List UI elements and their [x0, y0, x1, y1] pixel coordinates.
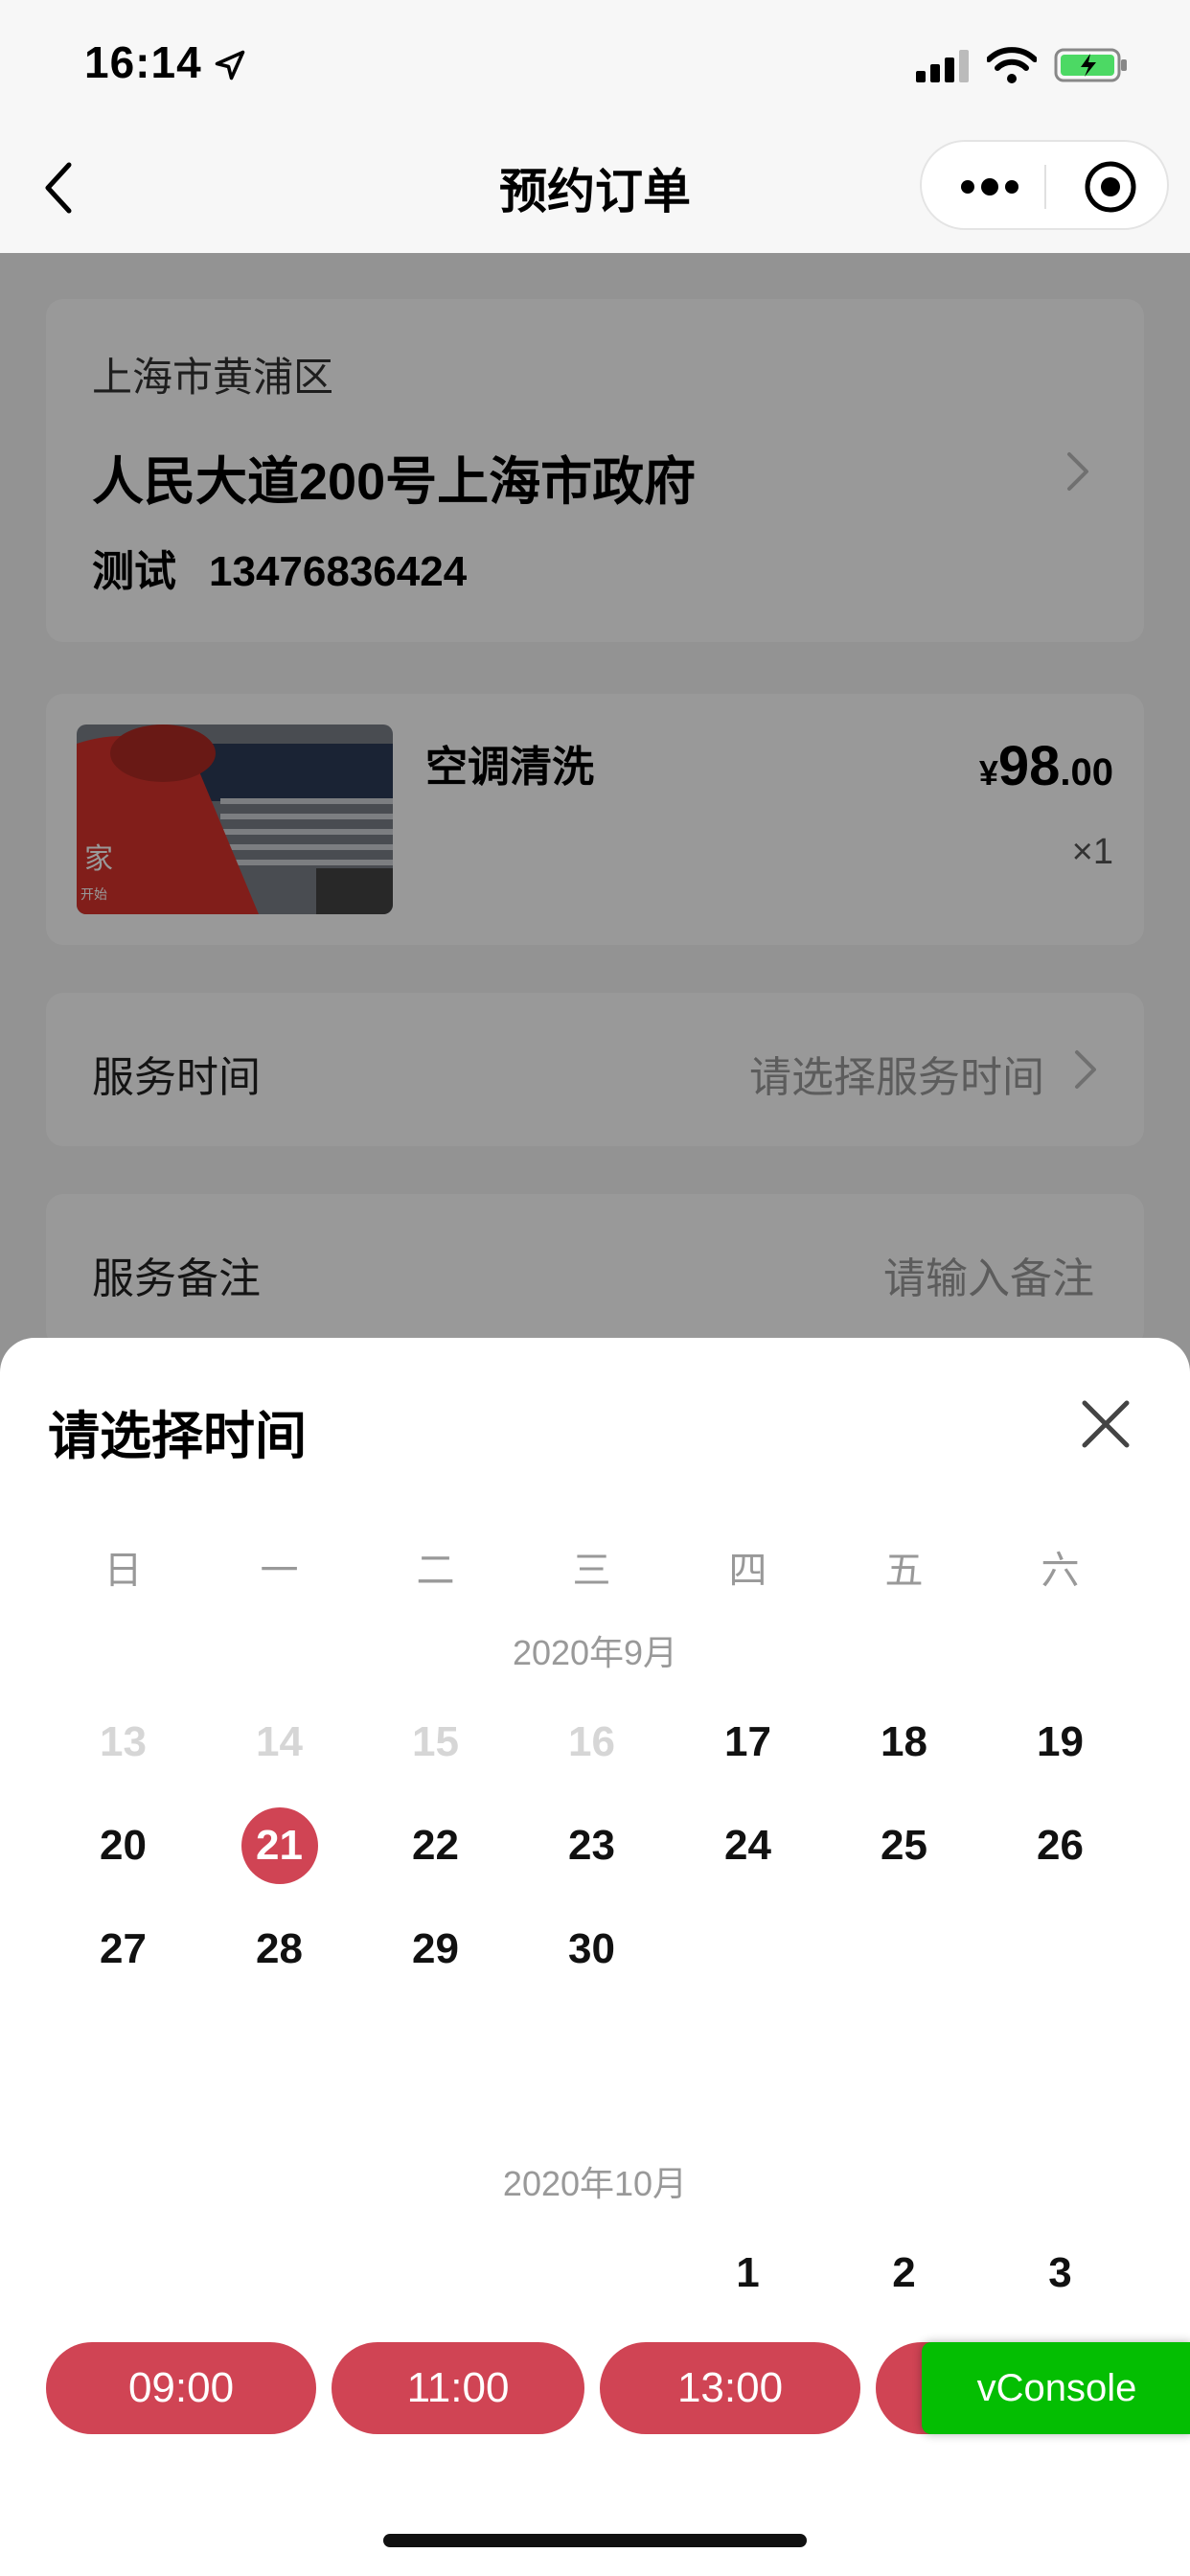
- status-time: 16:14: [84, 37, 202, 87]
- cellular-signal-icon: [916, 50, 969, 82]
- vconsole-button[interactable]: vConsole: [922, 2342, 1190, 2434]
- weekday-mon: 一: [260, 1550, 299, 1592]
- calendar-day[interactable]: 29: [357, 1911, 514, 1988]
- weekday-wed: 三: [572, 1550, 611, 1592]
- calendar-day: 15: [412, 1718, 459, 1765]
- capsule-divider: [1044, 165, 1046, 209]
- weekday-tue: 二: [416, 1550, 455, 1592]
- close-icon[interactable]: [1079, 1397, 1133, 1451]
- calendar-day[interactable]: 18: [826, 1704, 982, 1781]
- calendar-day-selected[interactable]: 21: [201, 1807, 357, 1884]
- miniprogram-capsule: [920, 140, 1169, 230]
- calendar-day: 14: [256, 1718, 303, 1765]
- weekday-header: 日 一 二 三 四 五 六: [0, 1539, 1190, 1597]
- more-icon[interactable]: [958, 171, 1021, 203]
- battery-charging-icon: [1054, 48, 1127, 82]
- calendar-day[interactable]: 3: [982, 2235, 1138, 2312]
- picker-title: 请选择时间: [48, 1408, 307, 1465]
- calendar-day[interactable]: 26: [982, 1807, 1138, 1884]
- time-slot-1100[interactable]: 11:00: [332, 2342, 584, 2434]
- weekday-thu: 四: [728, 1550, 767, 1592]
- month-label: 2020年9月: [512, 1633, 678, 1672]
- close-miniprogram-icon[interactable]: [1083, 159, 1138, 215]
- location-arrow-icon: [215, 50, 245, 80]
- calendar-day[interactable]: 20: [45, 1807, 201, 1884]
- calendar-day: 16: [568, 1718, 615, 1765]
- weekday-sat: 六: [1041, 1550, 1080, 1592]
- calendar-day[interactable]: 28: [201, 1911, 357, 1988]
- home-indicator: [383, 2534, 807, 2547]
- calendar-day[interactable]: 19: [982, 1704, 1138, 1781]
- calendar-day[interactable]: 22: [357, 1807, 514, 1884]
- weekday-sun: 日: [103, 1550, 143, 1592]
- calendar-day[interactable]: 25: [826, 1807, 982, 1884]
- calendar-day[interactable]: 23: [514, 1807, 670, 1884]
- calendar-day[interactable]: 24: [670, 1807, 826, 1884]
- top-bar: 16:14 预约订单: [0, 0, 1190, 253]
- time-slot-0900[interactable]: 09:00: [46, 2342, 316, 2434]
- calendar-day[interactable]: 27: [45, 1911, 201, 1988]
- calendar-day[interactable]: 2: [826, 2235, 982, 2312]
- wifi-icon: [987, 47, 1037, 83]
- time-slot-1300[interactable]: 13:00: [600, 2342, 860, 2434]
- calendar-day[interactable]: 17: [670, 1704, 826, 1781]
- weekday-fri: 五: [884, 1550, 924, 1592]
- month-label: 2020年10月: [502, 2164, 688, 2203]
- calendar-day[interactable]: 30: [514, 1911, 670, 1988]
- calendar-day[interactable]: 1: [670, 2235, 826, 2312]
- calendar-day: 13: [100, 1718, 147, 1765]
